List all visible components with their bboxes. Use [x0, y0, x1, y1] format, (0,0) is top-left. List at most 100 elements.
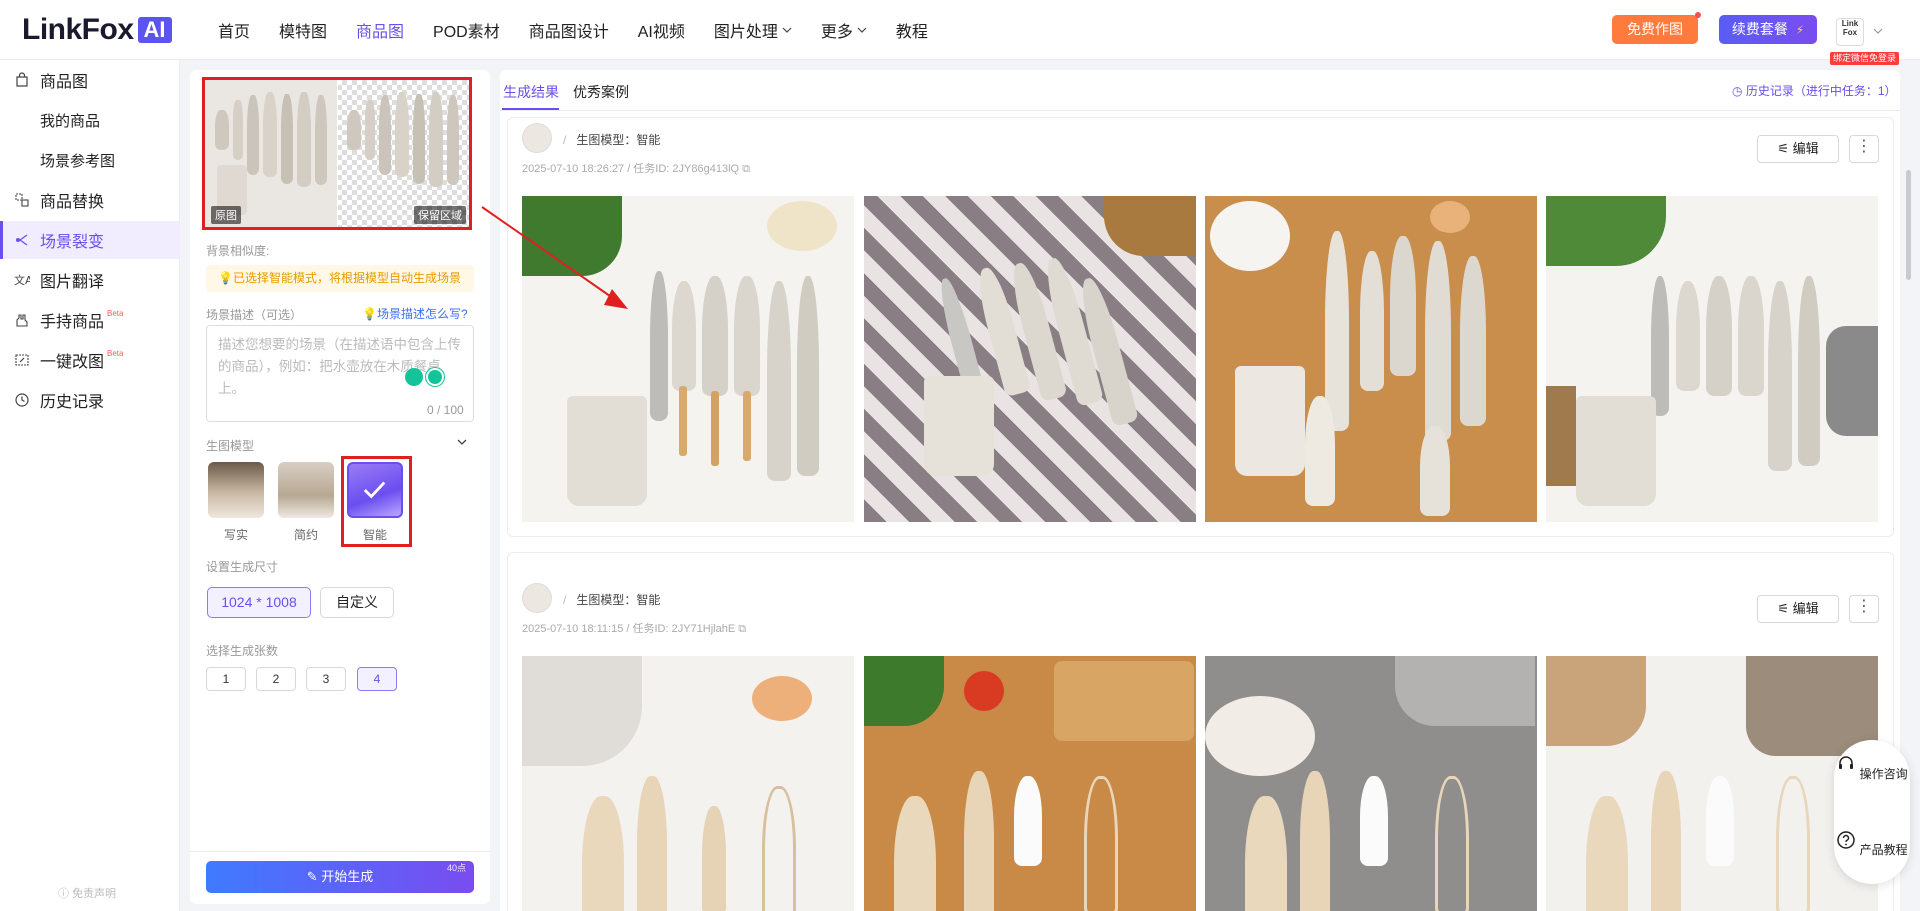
size-option-label: 自定义 [336, 594, 378, 610]
sidebar-item-label: 场景参考图 [40, 152, 116, 170]
count-label: 选择生成张数 [206, 644, 279, 658]
more-options-button[interactable]: ⋮ [1849, 595, 1879, 623]
avatar[interactable]: Link Fox [1836, 18, 1864, 46]
menu-item-more[interactable]: 更多 [821, 18, 867, 42]
sidebar-item-product-image[interactable]: 商品图 [0, 61, 180, 99]
result-card: / 生图模型：智能 2025-07-10 18:11:15 / 任务ID: 2JY… [507, 552, 1894, 911]
count-option-3[interactable]: 3 [306, 667, 346, 691]
extension-icons [405, 368, 447, 386]
desc-label: 场景描述（可选） [206, 308, 303, 322]
separator: / [563, 133, 567, 147]
notification-dot [1695, 12, 1701, 18]
generate-cost-badge: 40点 [446, 863, 466, 873]
smart-mode-hint-text: 已选择智能模式，将根据模型自动生成场景 [232, 271, 461, 285]
more-options-button[interactable]: ⋮ [1849, 135, 1879, 163]
result-image[interactable] [864, 196, 1196, 522]
renew-plan-button[interactable]: 续费套餐 ⚡ [1719, 15, 1817, 44]
tab-results[interactable]: 生成结果 [503, 82, 559, 102]
menu-item-ai-video[interactable]: AI视频 [638, 18, 685, 42]
menu-item-model-image[interactable]: 模特图 [279, 18, 327, 42]
consult-button[interactable]: 操作咨询 [1834, 754, 1910, 782]
model-simple-card[interactable] [278, 462, 334, 518]
extension-bulb-icon[interactable] [405, 368, 423, 386]
tab-showcase[interactable]: 优秀案例 [573, 82, 629, 102]
model-name: 生图模型：智能 [576, 133, 661, 147]
result-image[interactable] [864, 656, 1196, 911]
sidebar-item-scene-reference[interactable]: 场景参考图 [0, 141, 180, 179]
bind-wechat-badge[interactable]: 绑定微信免登录 [1830, 52, 1900, 65]
sidebar-item-my-products[interactable]: 我的商品 [0, 101, 180, 139]
size-option-1024[interactable]: 1024 * 1008 [207, 587, 311, 618]
menu-item-label: 图片处理 [713, 24, 778, 41]
smart-mode-hint: 💡已选择智能模式，将根据模型自动生成场景 [206, 265, 474, 292]
swap-icon [15, 193, 29, 207]
result-image[interactable] [1205, 196, 1537, 522]
menu-item-pod[interactable]: POD素材 [433, 18, 500, 42]
count-option-4[interactable]: 4 [357, 667, 397, 691]
sidebar-item-one-click-edit[interactable]: 一键改图 Beta [0, 341, 180, 379]
question-icon [1837, 831, 1856, 849]
result-image[interactable] [1546, 196, 1878, 522]
free-create-button[interactable]: 免费作图 [1612, 12, 1701, 44]
bulb-icon: 💡 [362, 307, 377, 321]
chevron-down-icon[interactable] [1872, 25, 1884, 37]
start-generate-button[interactable]: ✎ 开始生成 40点 [206, 861, 474, 893]
copy-icon[interactable]: ⧉ [738, 623, 746, 635]
result-image[interactable] [1546, 656, 1878, 911]
sidebar-item-image-translate[interactable]: 文A 图片翻译 [0, 261, 180, 299]
menu-item-label: AI视频 [637, 24, 685, 41]
disclaimer-link[interactable]: ⓘ 免责声明 [58, 885, 116, 901]
chevron-down-icon [782, 27, 792, 33]
result-image[interactable] [1205, 656, 1537, 911]
result-card: / 生图模型：智能 2025-07-10 18:26:27 / 任务ID: 2JY… [507, 117, 1894, 537]
desc-help-link[interactable]: 💡场景描述怎么写? [362, 305, 468, 322]
copy-icon[interactable]: ⧉ [742, 163, 750, 175]
task-meta: 2025-07-10 18:11:15 / 任务ID: 2JY71HjlahE … [522, 620, 746, 636]
size-option-custom[interactable]: 自定义 [320, 587, 394, 618]
tutorial-label: 产品教程 [1859, 843, 1908, 857]
model-realistic-card[interactable] [208, 462, 264, 518]
menu-item-image-processing[interactable]: 图片处理 [714, 18, 792, 42]
sidebar-item-product-replace[interactable]: 商品替换 [0, 181, 180, 219]
linkfox-logo[interactable]: LinkFox AI [22, 13, 172, 46]
svg-text:文A: 文A [14, 273, 30, 287]
clock-icon [15, 393, 29, 407]
count-option-2[interactable]: 2 [256, 667, 296, 691]
chevron-down-icon[interactable] [456, 436, 468, 448]
count-option-label: 2 [272, 672, 280, 686]
count-option-label: 1 [222, 672, 230, 686]
sidebar-item-history[interactable]: 历史记录 [0, 381, 180, 419]
sidebar-item-scene-fission[interactable]: 场景裂变 [0, 221, 180, 259]
avatar-text: Link Fox [1841, 19, 1859, 37]
grammarly-icon[interactable] [426, 368, 444, 386]
card-model-info: / 生图模型：智能 [563, 591, 660, 608]
sidebar-item-handheld-product[interactable]: 手持商品 Beta [0, 301, 180, 339]
result-image[interactable] [522, 656, 854, 911]
edit-button[interactable]: ⚟ 编辑 [1757, 595, 1839, 623]
count-option-1[interactable]: 1 [206, 667, 246, 691]
annotation-arrow [481, 206, 628, 309]
desc-char-count: 0 / 100 [427, 403, 464, 417]
beta-badge: Beta [107, 349, 124, 358]
product-preview[interactable]: 原图 保留区域 [202, 77, 472, 230]
edit-button[interactable]: ⚟ 编辑 [1757, 135, 1839, 163]
preserved-area-image [337, 80, 469, 227]
menu-item-label: 模特图 [279, 24, 328, 41]
menu-item-label: 教程 [895, 24, 928, 41]
consult-label: 操作咨询 [1859, 767, 1908, 781]
free-create-label: 免费作图 [1627, 21, 1683, 37]
renew-plan-label: 续费套餐 [1731, 21, 1788, 37]
disclaimer-label: 免责声明 [72, 888, 117, 900]
sliders-icon: ⚟ [1777, 141, 1789, 156]
menu-item-home[interactable]: 首页 [218, 18, 250, 42]
history-link[interactable]: ◷ 历史记录（进行中任务：1） [1732, 82, 1897, 99]
top-navigation: LinkFox AI 首页 模特图 商品图 POD素材 商品图设计 AI视频 图… [0, 0, 1920, 65]
menu-item-product-image[interactable]: 商品图 [356, 18, 404, 42]
menu-item-product-design[interactable]: 商品图设计 [529, 18, 609, 42]
results-scrollbar[interactable] [1906, 170, 1911, 280]
logo-text: LinkFox [22, 13, 134, 46]
tutorial-button[interactable]: 产品教程 [1834, 830, 1910, 858]
menu-item-tutorial[interactable]: 教程 [896, 18, 928, 42]
menu-item-label: 商品图 [356, 24, 405, 41]
menu-item-label: POD素材 [433, 24, 500, 41]
